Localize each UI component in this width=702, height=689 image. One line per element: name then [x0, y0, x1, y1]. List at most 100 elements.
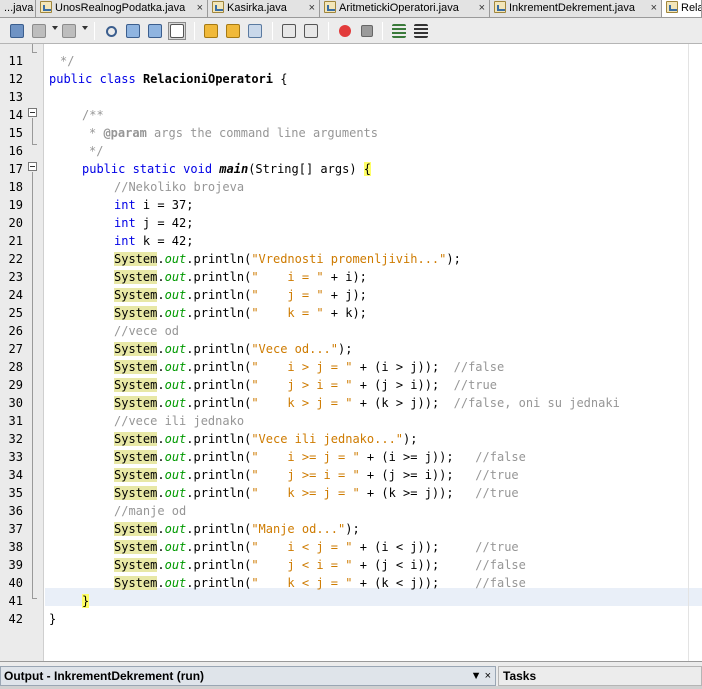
- stop-macro-button[interactable]: [358, 22, 376, 40]
- tab-label: InkrementDekrement.java: [509, 2, 635, 14]
- editor-toolbar: [0, 18, 702, 44]
- find-previous-button[interactable]: [124, 22, 142, 40]
- close-icon[interactable]: ×: [197, 0, 203, 17]
- comment: //true: [453, 378, 497, 392]
- comment: //false: [475, 450, 526, 464]
- toggle-highlight-button[interactable]: [168, 22, 186, 40]
- code-line: System.out.println(" j >= i = " + (j >= …: [114, 468, 519, 482]
- code-text: + (k > j));: [352, 396, 454, 410]
- code-text: i = 37;: [135, 198, 194, 212]
- string-literal: " j = ": [251, 288, 324, 302]
- code-line: public static void main(String[] args) {: [82, 160, 372, 178]
- back-arrow-icon: [10, 24, 24, 38]
- code-text: + (j < i));: [352, 558, 476, 572]
- chevron-down-icon[interactable]: [82, 26, 88, 30]
- code-line: System.out.println("Manje od...");: [114, 522, 360, 536]
- code-text: }: [49, 612, 57, 626]
- java-file-icon: [666, 1, 678, 13]
- uncomment-button[interactable]: [412, 22, 430, 40]
- output-tab-controls[interactable]: ▼ ×: [471, 667, 491, 685]
- fold-end: [32, 144, 37, 145]
- code-text: + (j > i));: [352, 378, 454, 392]
- code-text: .println(: [186, 378, 252, 392]
- string-literal: " j > i = ": [251, 378, 353, 392]
- code-line: }: [49, 610, 56, 628]
- static-field: out: [164, 342, 187, 356]
- code-line: System.out.println(" k > j = " + (k > j)…: [114, 396, 620, 410]
- fold-line: [32, 172, 33, 598]
- chevron-down-icon[interactable]: [52, 26, 58, 30]
- close-icon[interactable]: ×: [651, 0, 657, 17]
- close-icon[interactable]: ×: [479, 0, 485, 17]
- comment-button[interactable]: [390, 22, 408, 40]
- class-reference: System: [114, 450, 158, 464]
- code-line: /**: [82, 106, 104, 124]
- tab-label: Kasirka.java: [227, 2, 287, 14]
- string-literal: " k >= j = ": [251, 486, 360, 500]
- tab-aritmeticki-operatori[interactable]: AritmetickiOperatori.java ×: [320, 0, 490, 17]
- static-field: out: [164, 576, 187, 590]
- tab-kasirka[interactable]: Kasirka.java ×: [208, 0, 320, 17]
- static-field: out: [164, 378, 187, 392]
- line-number: 28: [8, 360, 23, 374]
- matched-brace: {: [363, 162, 372, 176]
- static-field: out: [164, 486, 187, 500]
- tab-unos-realnog-podatka[interactable]: UnosRealnogPodatka.java ×: [36, 0, 208, 17]
- string-literal: " j < i = ": [251, 558, 353, 572]
- stop-icon: [361, 25, 373, 37]
- tab-previous[interactable]: ...java: [0, 0, 36, 17]
- line-number: 41: [8, 594, 23, 608]
- code-line: System.out.println(" j = " + j);: [114, 288, 367, 302]
- tab-label: UnosRealnogPodatka.java: [55, 2, 186, 14]
- string-literal: "Manje od...": [251, 522, 346, 536]
- code-text: .println(: [186, 450, 252, 464]
- comment: //false: [475, 558, 526, 572]
- code-text: + k);: [323, 306, 367, 320]
- shift-left-button[interactable]: [280, 22, 298, 40]
- static-field: out: [164, 360, 187, 374]
- tab-inkrement-dekrement[interactable]: InkrementDekrement.java ×: [490, 0, 662, 17]
- code-line: */: [60, 52, 74, 70]
- forward-button[interactable]: [60, 22, 78, 40]
- output-tab[interactable]: Output - InkrementDekrement (run) ▼ ×: [0, 666, 496, 686]
- toggle-bookmark-button[interactable]: [246, 22, 264, 40]
- keyword: int: [114, 234, 136, 248]
- back-button[interactable]: [30, 22, 48, 40]
- javadoc-tag: @param: [103, 126, 147, 140]
- search-icon: [105, 25, 117, 37]
- code-text: + (i < j));: [352, 540, 476, 554]
- previous-bookmark-button[interactable]: [202, 22, 220, 40]
- keyword: public static void: [82, 162, 213, 176]
- tasks-tab-label: Tasks: [503, 669, 537, 683]
- code-line: System.out.println(" i < j = " + (i < j)…: [114, 540, 519, 554]
- last-edit-button[interactable]: [8, 22, 26, 40]
- close-icon[interactable]: ×: [309, 0, 315, 17]
- class-reference: System: [114, 378, 158, 392]
- comment: //manje od: [114, 504, 187, 518]
- tasks-tab[interactable]: Tasks: [498, 666, 702, 686]
- code-text: .println(: [186, 270, 252, 284]
- toolbar-separator: [272, 22, 273, 40]
- tab-relacioni-operatori[interactable]: Rela: [662, 0, 702, 17]
- comment: */: [60, 54, 75, 68]
- fold-toggle-icon[interactable]: [28, 162, 37, 171]
- shift-right-icon: [304, 24, 318, 38]
- line-number: 30: [8, 396, 23, 410]
- comment: //true: [475, 486, 519, 500]
- line-number: 21: [8, 234, 23, 248]
- comment: //false: [475, 576, 526, 590]
- shift-right-button[interactable]: [302, 22, 320, 40]
- find-previous-icon: [126, 24, 140, 38]
- comment-text: args the command line arguments: [146, 126, 378, 140]
- code-editor[interactable]: 11 12 13 14 15 16 17 18 19 20 21 22 23 2…: [0, 44, 702, 661]
- next-bookmark-button[interactable]: [224, 22, 242, 40]
- code-text: k = 42;: [135, 234, 194, 248]
- code-text: + (i >= j));: [359, 450, 476, 464]
- find-next-button[interactable]: [146, 22, 164, 40]
- code-text: .println(: [186, 576, 252, 590]
- code-text: + (j >= i));: [359, 468, 476, 482]
- fold-toggle-icon[interactable]: [28, 108, 37, 117]
- start-macro-button[interactable]: [336, 22, 354, 40]
- code-line: int j = 42;: [114, 214, 193, 232]
- find-selection-button[interactable]: [102, 22, 120, 40]
